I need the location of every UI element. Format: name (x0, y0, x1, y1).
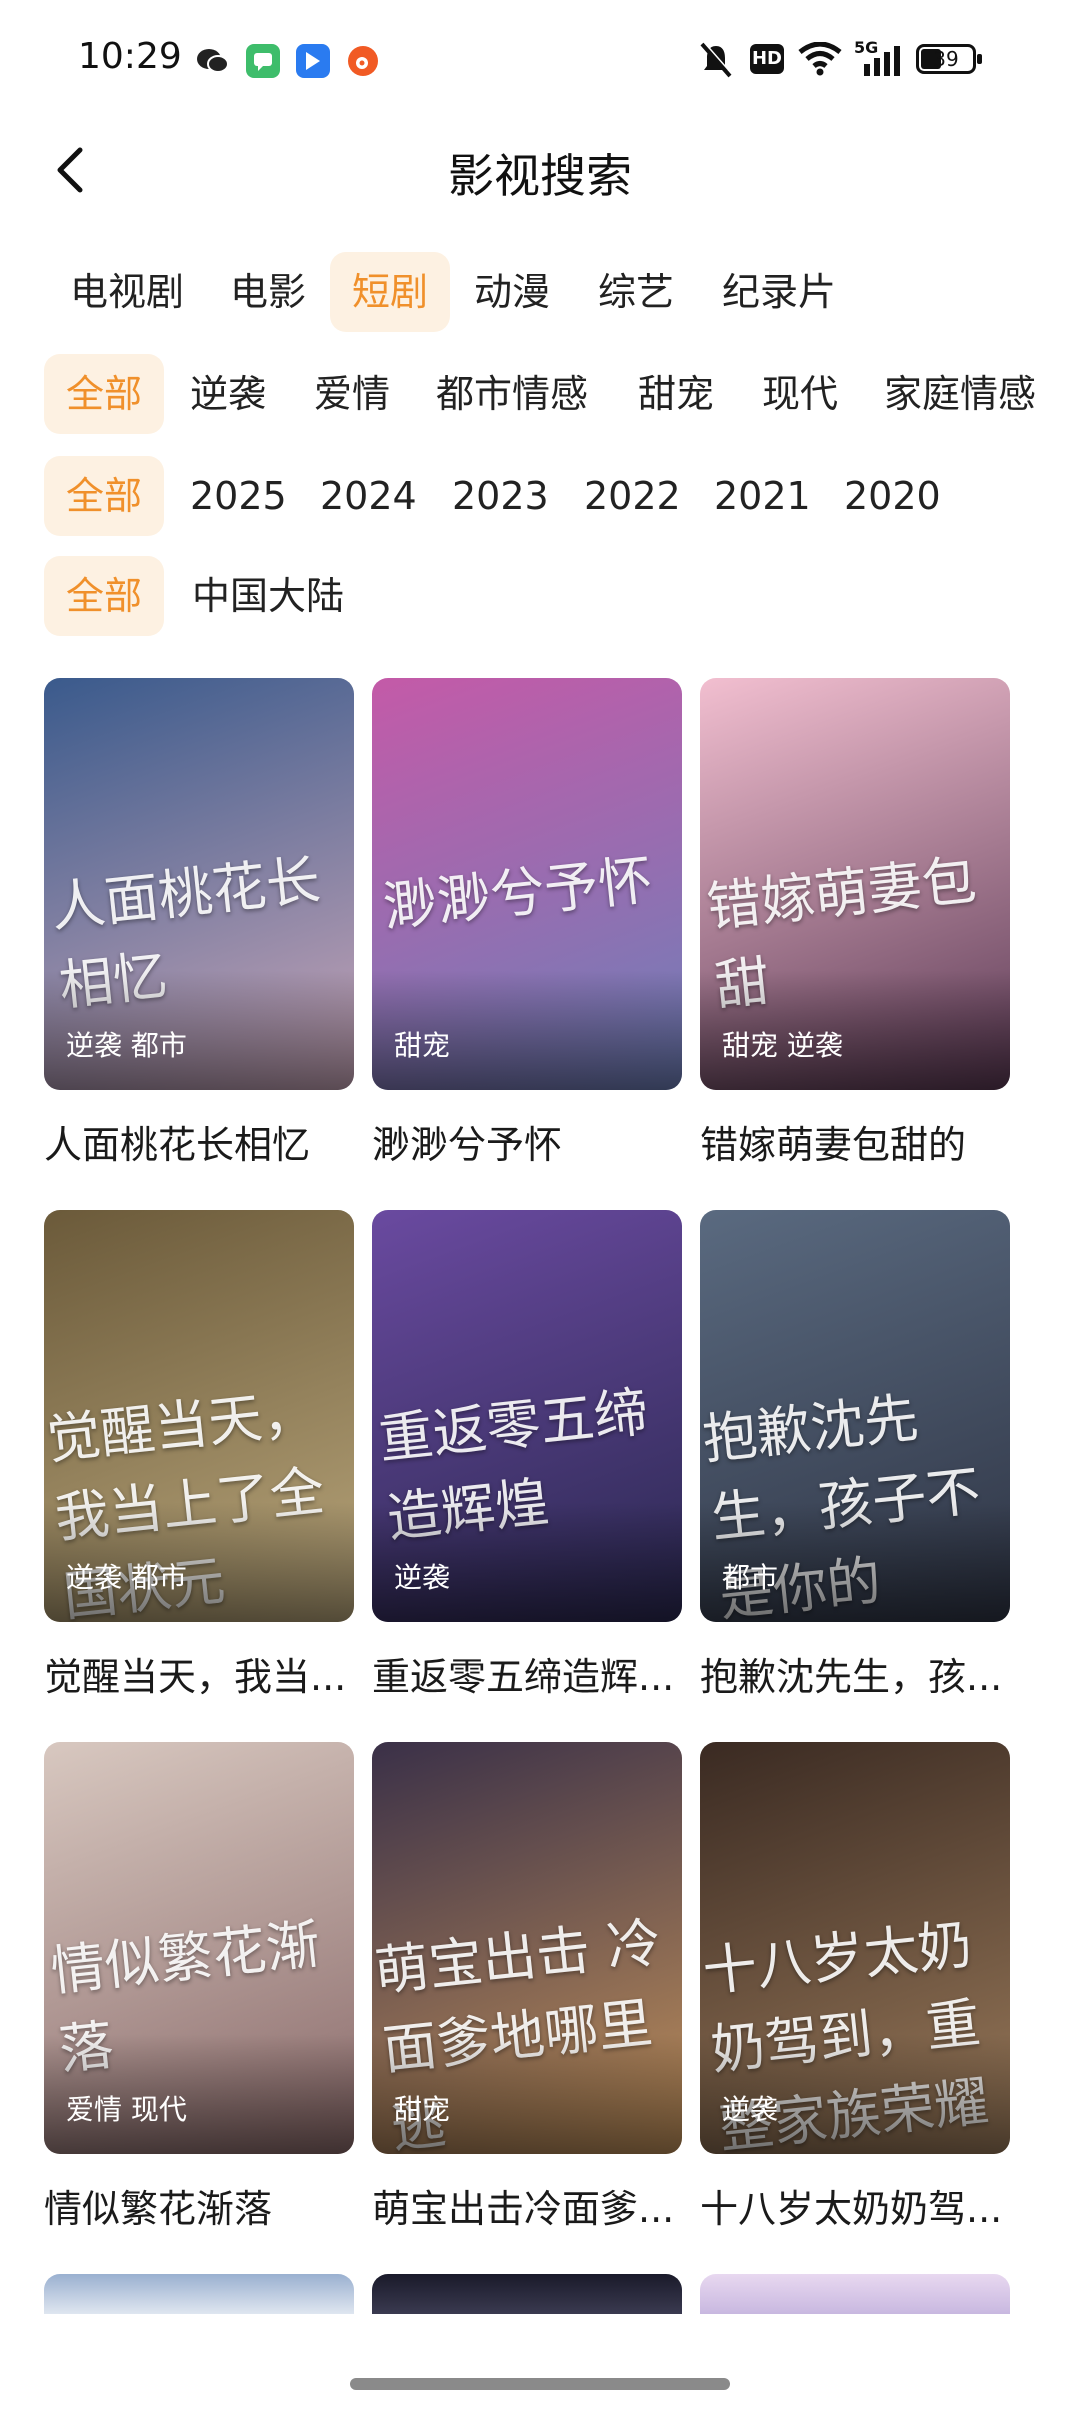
poster-title-art: 渺渺兮予怀 (380, 848, 656, 939)
poster-image[interactable]: 重返零五缔造辉煌 逆袭 (372, 1210, 682, 1622)
genre-filter-row: 全部 逆袭 爱情 都市情感 甜宠 现代 家庭情感 (0, 354, 1080, 434)
genre-tag: 甜宠 (394, 1029, 451, 1062)
genre-romance[interactable]: 爱情 (292, 354, 412, 434)
wifi-icon (798, 41, 842, 80)
poster-image[interactable]: 错嫁萌妻包甜 甜宠 逆袭 (700, 678, 1010, 1090)
tab-movie[interactable]: 电影 (208, 252, 328, 332)
genre-tag: 逆袭 (722, 2093, 779, 2126)
genre-tag: 逆袭 都市 (66, 1029, 187, 1062)
region-all[interactable]: 全部 (44, 556, 165, 636)
genre-all[interactable]: 全部 (44, 354, 165, 434)
poster-image[interactable]: 十八岁太奶奶驾到，重整家族荣耀 逆袭 (700, 1742, 1010, 2154)
region-filter-row: 全部 中国大陆 (0, 556, 1080, 636)
region-mainland-china[interactable]: 中国大陆 (170, 556, 366, 636)
poster-image[interactable]: 情似繁花渐落 爱情 现代 (44, 1742, 354, 2154)
genre-tag: 甜宠 (394, 2093, 451, 2126)
tab-documentary[interactable]: 纪录片 (700, 252, 858, 332)
genre-comeback[interactable]: 逆袭 (168, 354, 288, 434)
page-title: 影视搜索 (448, 149, 632, 203)
genre-tag: 爱情 现代 (66, 2093, 187, 2126)
app-icon (296, 44, 330, 78)
battery-icon: 39 (916, 44, 982, 74)
poster-image[interactable]: 抱歉沈先生，孩子不是你的 都市 (700, 1210, 1010, 1622)
mute-icon (698, 40, 734, 84)
home-indicator[interactable] (350, 2378, 730, 2390)
year-2025[interactable]: 2025 (168, 456, 309, 536)
tab-anime[interactable]: 动漫 (452, 252, 572, 332)
drama-title[interactable]: 渺渺兮予怀 (372, 1114, 702, 1169)
year-2024[interactable]: 2024 (298, 456, 439, 536)
status-bar: 10:29 HD 5G 39 (0, 0, 1080, 120)
genre-tag: 甜宠 逆袭 (722, 1029, 843, 1062)
bottom-safe-area (0, 2314, 1080, 2412)
wechat-icon (196, 44, 230, 78)
drama-title[interactable]: 十八岁太奶奶驾... (700, 2178, 1030, 2233)
tab-tv[interactable]: 电视剧 (48, 252, 206, 332)
weibo-icon (348, 46, 378, 76)
category-tabs: 电视剧 电影 短剧 动漫 综艺 纪录片 (0, 252, 1080, 332)
year-filter-row: 全部 2025 2024 2023 2022 2021 2020 (0, 456, 1080, 536)
hd-badge: HD (750, 44, 784, 74)
drama-title[interactable]: 人面桃花长相忆 (44, 1114, 374, 1169)
poster-image-partial[interactable] (44, 2274, 354, 2314)
poster-image[interactable]: 渺渺兮予怀 甜宠 (372, 678, 682, 1090)
genre-family[interactable]: 家庭情感 (862, 354, 1058, 434)
poster-image[interactable]: 萌宝出击 冷面爹地哪里逃 甜宠 (372, 1742, 682, 2154)
poster-image[interactable]: 人面桃花长相忆 逆袭 都市 (44, 678, 354, 1090)
year-2021[interactable]: 2021 (692, 456, 833, 536)
genre-sweet[interactable]: 甜宠 (616, 354, 736, 434)
year-2023[interactable]: 2023 (430, 456, 571, 536)
drama-title[interactable]: 错嫁萌妻包甜的 (700, 1114, 1030, 1169)
drama-title[interactable]: 萌宝出击冷面爹... (372, 2178, 702, 2233)
status-time: 10:29 (78, 36, 182, 77)
poster-image-partial[interactable] (372, 2274, 682, 2314)
tab-short-drama[interactable]: 短剧 (330, 252, 451, 332)
messages-icon (246, 44, 280, 78)
drama-title[interactable]: 情似繁花渐落 (44, 2178, 374, 2233)
tab-variety[interactable]: 综艺 (576, 252, 696, 332)
year-2022[interactable]: 2022 (562, 456, 703, 536)
genre-tag: 逆袭 都市 (66, 1561, 187, 1594)
drama-title[interactable]: 觉醒当天，我当... (44, 1646, 374, 1701)
year-all[interactable]: 全部 (44, 456, 165, 536)
drama-title[interactable]: 抱歉沈先生，孩... (700, 1646, 1030, 1701)
year-2020[interactable]: 2020 (822, 456, 963, 536)
poster-image-partial[interactable] (700, 2274, 1010, 2314)
battery-level: 39 (933, 47, 959, 71)
drama-title[interactable]: 重返零五缔造辉... (372, 1646, 702, 1701)
genre-modern[interactable]: 现代 (740, 354, 860, 434)
genre-tag: 逆袭 (394, 1561, 451, 1594)
genre-urban-romance[interactable]: 都市情感 (414, 354, 610, 434)
genre-tag: 都市 (722, 1561, 779, 1594)
poster-image[interactable]: 觉醒当天，我当上了全国状元 逆袭 都市 (44, 1210, 354, 1622)
signal-icon (856, 46, 902, 80)
